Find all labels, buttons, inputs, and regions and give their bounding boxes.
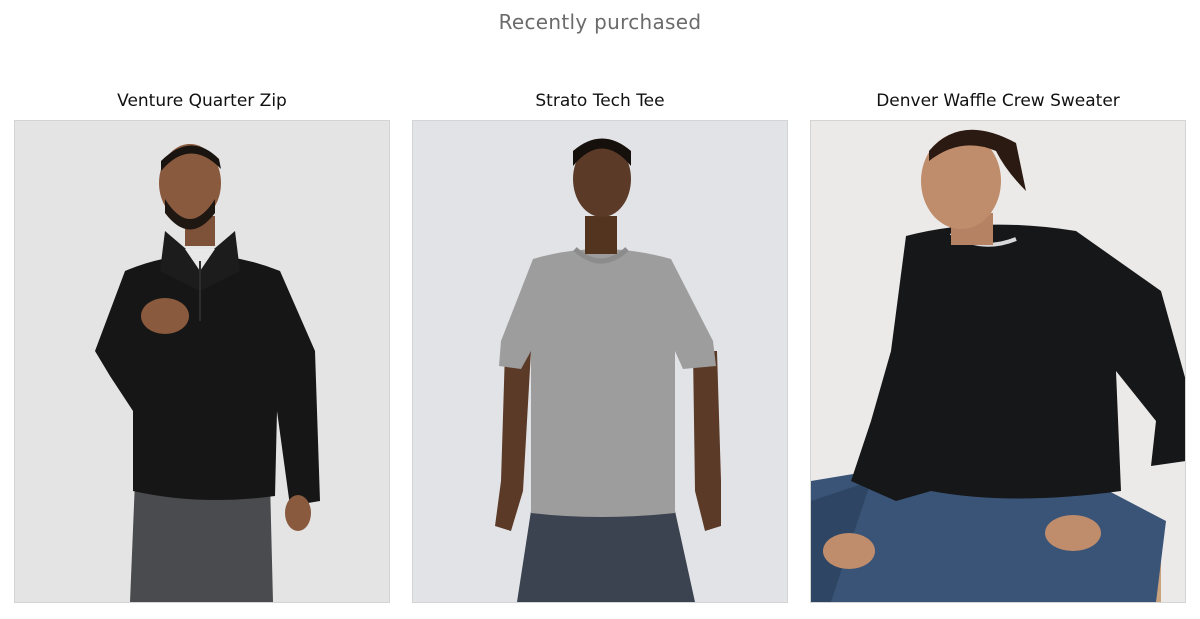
product-list: Venture Quarter Zip Strato Tech Tee Denv… xyxy=(14,88,1186,603)
product-card[interactable]: Denver Waffle Crew Sweater xyxy=(810,88,1186,603)
section-title: Recently purchased xyxy=(498,10,702,34)
product-image[interactable] xyxy=(810,120,1186,603)
product-image[interactable] xyxy=(14,120,390,603)
product-name[interactable]: Denver Waffle Crew Sweater xyxy=(810,88,1186,114)
product-name[interactable]: Strato Tech Tee xyxy=(412,88,788,114)
model-black-crew-sweater-image xyxy=(811,121,1185,602)
product-image[interactable] xyxy=(412,120,788,603)
model-grey-tee-image xyxy=(413,121,787,602)
product-name[interactable]: Venture Quarter Zip xyxy=(14,88,390,114)
recently-purchased-page: Recently purchased Venture Quarter Zip S… xyxy=(0,0,1200,619)
product-card[interactable]: Strato Tech Tee xyxy=(412,88,788,603)
product-card[interactable]: Venture Quarter Zip xyxy=(14,88,390,603)
model-black-quarter-zip-image xyxy=(15,121,389,602)
